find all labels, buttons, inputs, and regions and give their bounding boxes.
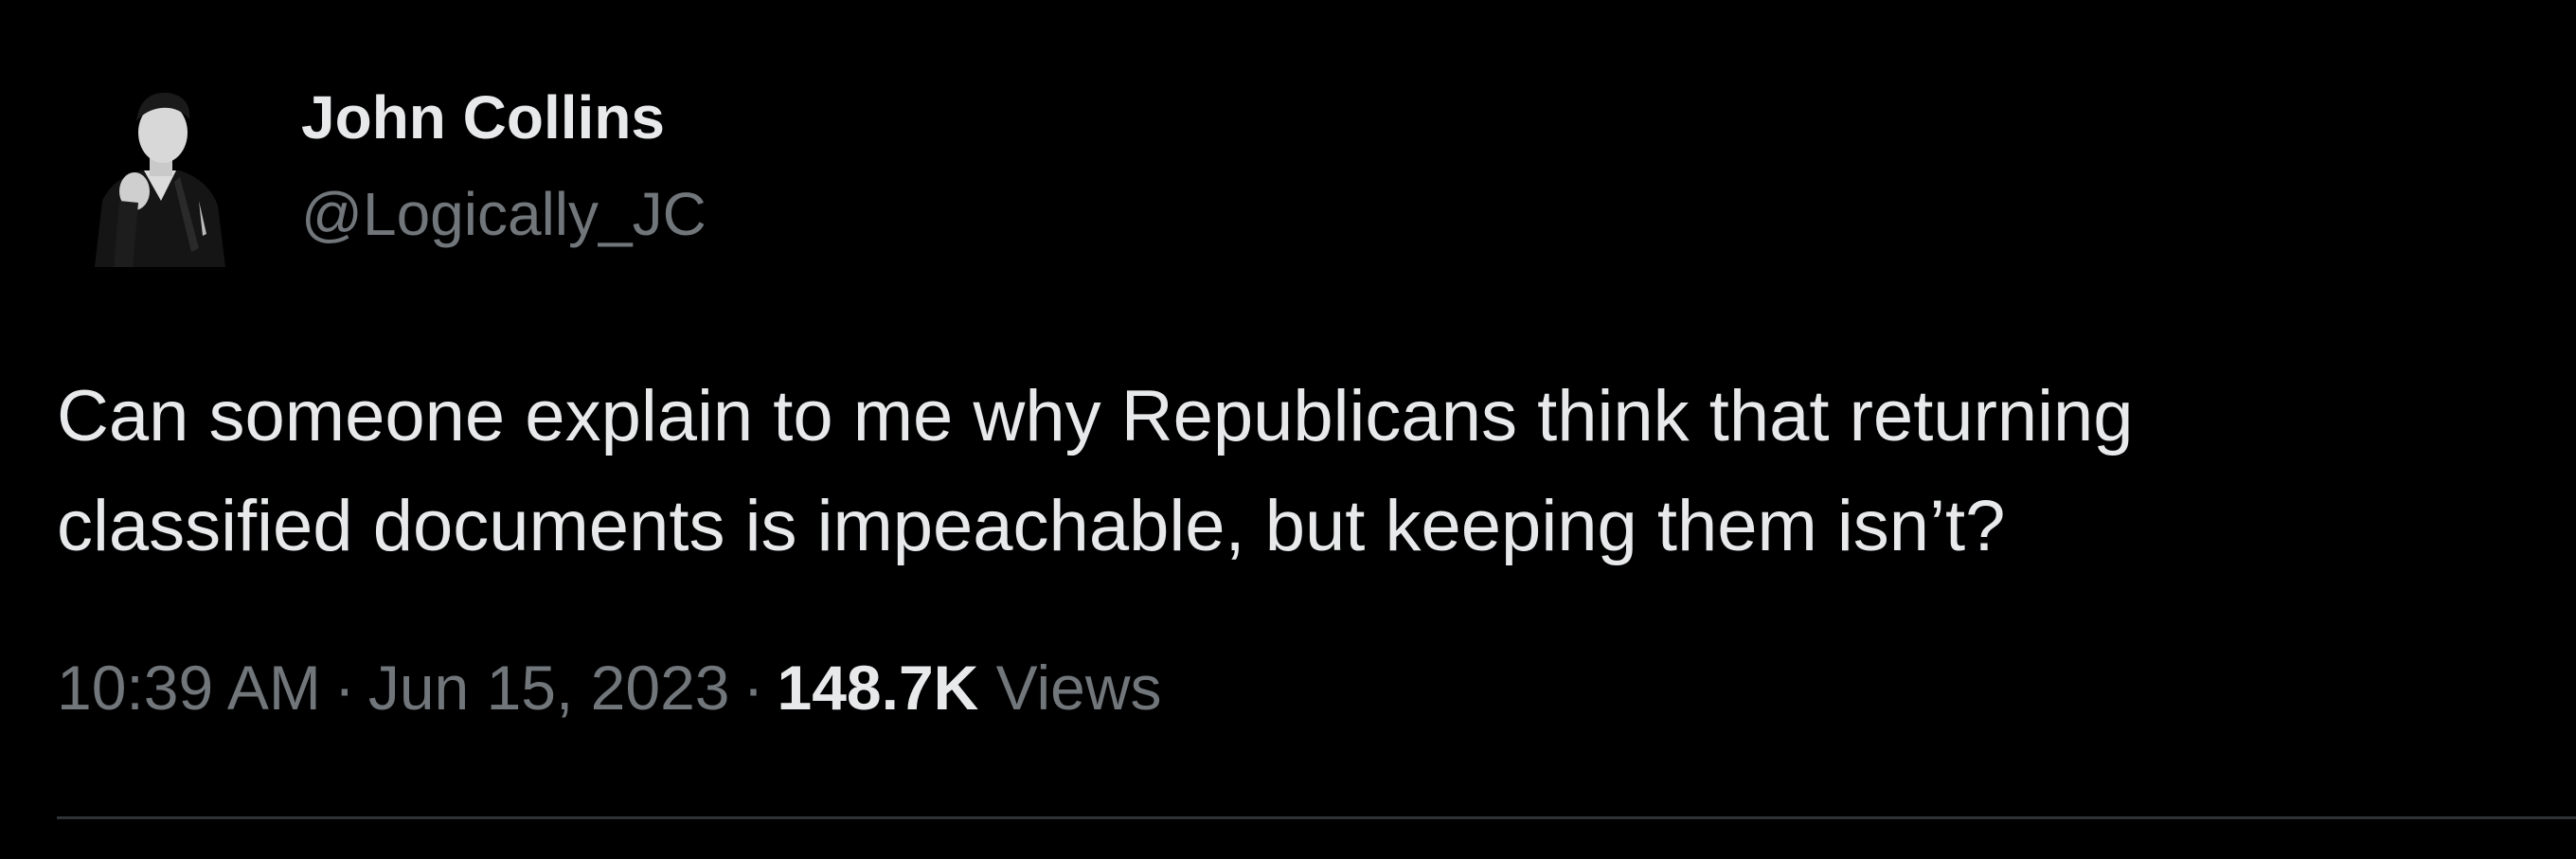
tweet-text-line: classified documents is impeachable, but… <box>57 486 2006 566</box>
tweet-card: John Collins @Logically_JC Can someone e… <box>0 0 2576 859</box>
tweet-text-line: Can someone explain to me why Republican… <box>57 376 2134 456</box>
views-count[interactable]: 148.7K <box>778 653 979 723</box>
tweet-date[interactable]: Jun 15, 2023 <box>368 653 730 723</box>
meta-separator: · <box>333 653 355 723</box>
meta-separator: · <box>742 653 764 723</box>
tweet-time[interactable]: 10:39 AM <box>57 653 321 723</box>
views-label-text: Views <box>995 653 1162 723</box>
tweet-text: Can someone explain to me why Republican… <box>57 362 2519 582</box>
views-label: Views <box>978 653 1162 723</box>
author-handle[interactable]: @Logically_JC <box>301 178 707 250</box>
avatar[interactable] <box>57 59 256 267</box>
author-name[interactable]: John Collins <box>301 81 665 153</box>
profile-photo-icon <box>57 59 256 267</box>
divider <box>57 816 2576 819</box>
tweet-meta: 10:39 AM · Jun 15, 2023 · 148.7K Views <box>57 650 1162 725</box>
